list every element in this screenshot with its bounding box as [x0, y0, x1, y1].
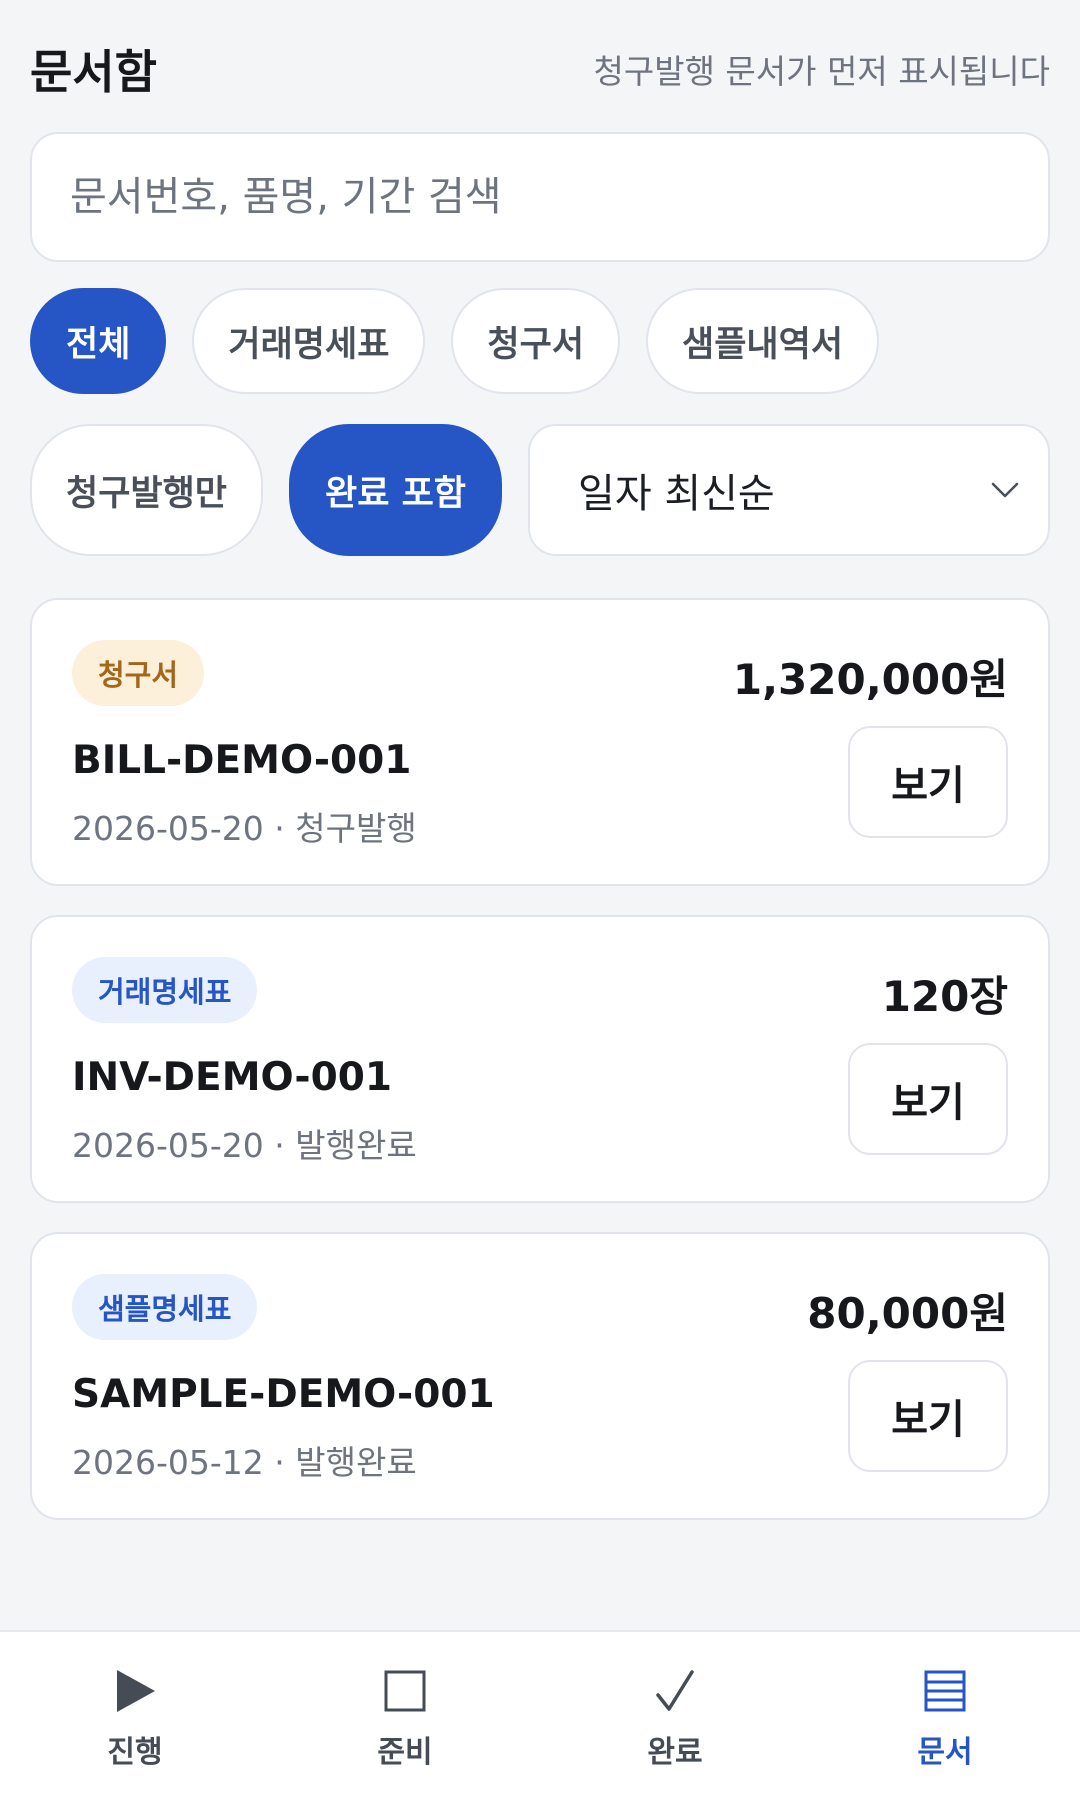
doc-type-badge: 샘플명세표	[72, 1274, 258, 1340]
page-hint: 청구발행 문서가 먼저 표시됩니다	[593, 52, 1050, 91]
filter-chip-transaction-statement[interactable]: 거래명세표	[192, 288, 426, 394]
search-input[interactable]	[70, 174, 1048, 220]
doc-number: BILL-DEMO-001	[72, 738, 412, 783]
filter-chip-include-completed[interactable]: 완료 포함	[289, 424, 503, 556]
doc-amount: 1,320,000원	[732, 655, 1008, 704]
filter-chip-sample-statement[interactable]: 샘플내역서	[646, 288, 880, 394]
doc-number: SAMPLE-DEMO-001	[72, 1372, 495, 1417]
page-title: 문서함	[30, 45, 157, 99]
nav-item-progress[interactable]: 진행	[0, 1632, 270, 1806]
document-card: 청구서 1,320,000원 BILL-DEMO-001 2026-05-20 …	[30, 598, 1050, 886]
document-card: 샘플명세표 80,000원 SAMPLE-DEMO-001 2026-05-12…	[30, 1232, 1050, 1520]
type-filter-row: 전체 거래명세표 청구서 샘플내역서	[30, 288, 1050, 394]
view-button[interactable]: 보기	[848, 1360, 1008, 1472]
nav-label: 완료	[647, 1735, 703, 1770]
page-header: 문서함 청구발행 문서가 먼저 표시됩니다	[30, 34, 1050, 104]
status-filter-row: 청구발행만 완료 포함 일자 최신순	[30, 424, 1050, 556]
view-button[interactable]: 보기	[848, 726, 1008, 838]
doc-number: INV-DEMO-001	[72, 1055, 392, 1100]
search-box[interactable]	[30, 132, 1050, 262]
nav-label: 문서	[917, 1735, 973, 1770]
sort-selected-label: 일자 최신순	[578, 471, 775, 517]
sort-select[interactable]: 일자 최신순	[528, 424, 1050, 556]
square-icon	[381, 1667, 429, 1715]
nav-item-prepare[interactable]: 준비	[270, 1632, 540, 1806]
view-button[interactable]: 보기	[848, 1043, 1008, 1155]
document-card: 거래명세표 120장 INV-DEMO-001 2026-05-20 · 발행완…	[30, 915, 1050, 1203]
play-icon	[111, 1667, 159, 1715]
bottom-nav: 진행 준비 완료 문서	[0, 1630, 1080, 1806]
filter-chip-invoice[interactable]: 청구서	[451, 288, 621, 394]
chevron-down-icon	[990, 475, 1020, 505]
doc-type-badge: 청구서	[72, 640, 205, 706]
doc-meta: 2026-05-20 · 청구발행	[72, 809, 417, 848]
doc-meta: 2026-05-12 · 발행완료	[72, 1443, 417, 1482]
nav-item-complete[interactable]: 완료	[540, 1632, 810, 1806]
nav-label: 진행	[107, 1735, 163, 1770]
filter-chip-all[interactable]: 전체	[30, 288, 167, 394]
nav-item-documents[interactable]: 문서	[810, 1632, 1080, 1806]
nav-label: 준비	[377, 1735, 433, 1770]
filter-chip-billed-only[interactable]: 청구발행만	[30, 424, 264, 556]
list-icon	[921, 1667, 969, 1715]
doc-amount: 120장	[881, 972, 1008, 1021]
check-icon	[651, 1667, 699, 1715]
doc-meta: 2026-05-20 · 발행완료	[72, 1126, 417, 1165]
doc-type-badge: 거래명세표	[72, 957, 258, 1023]
doc-amount: 80,000원	[807, 1289, 1008, 1338]
